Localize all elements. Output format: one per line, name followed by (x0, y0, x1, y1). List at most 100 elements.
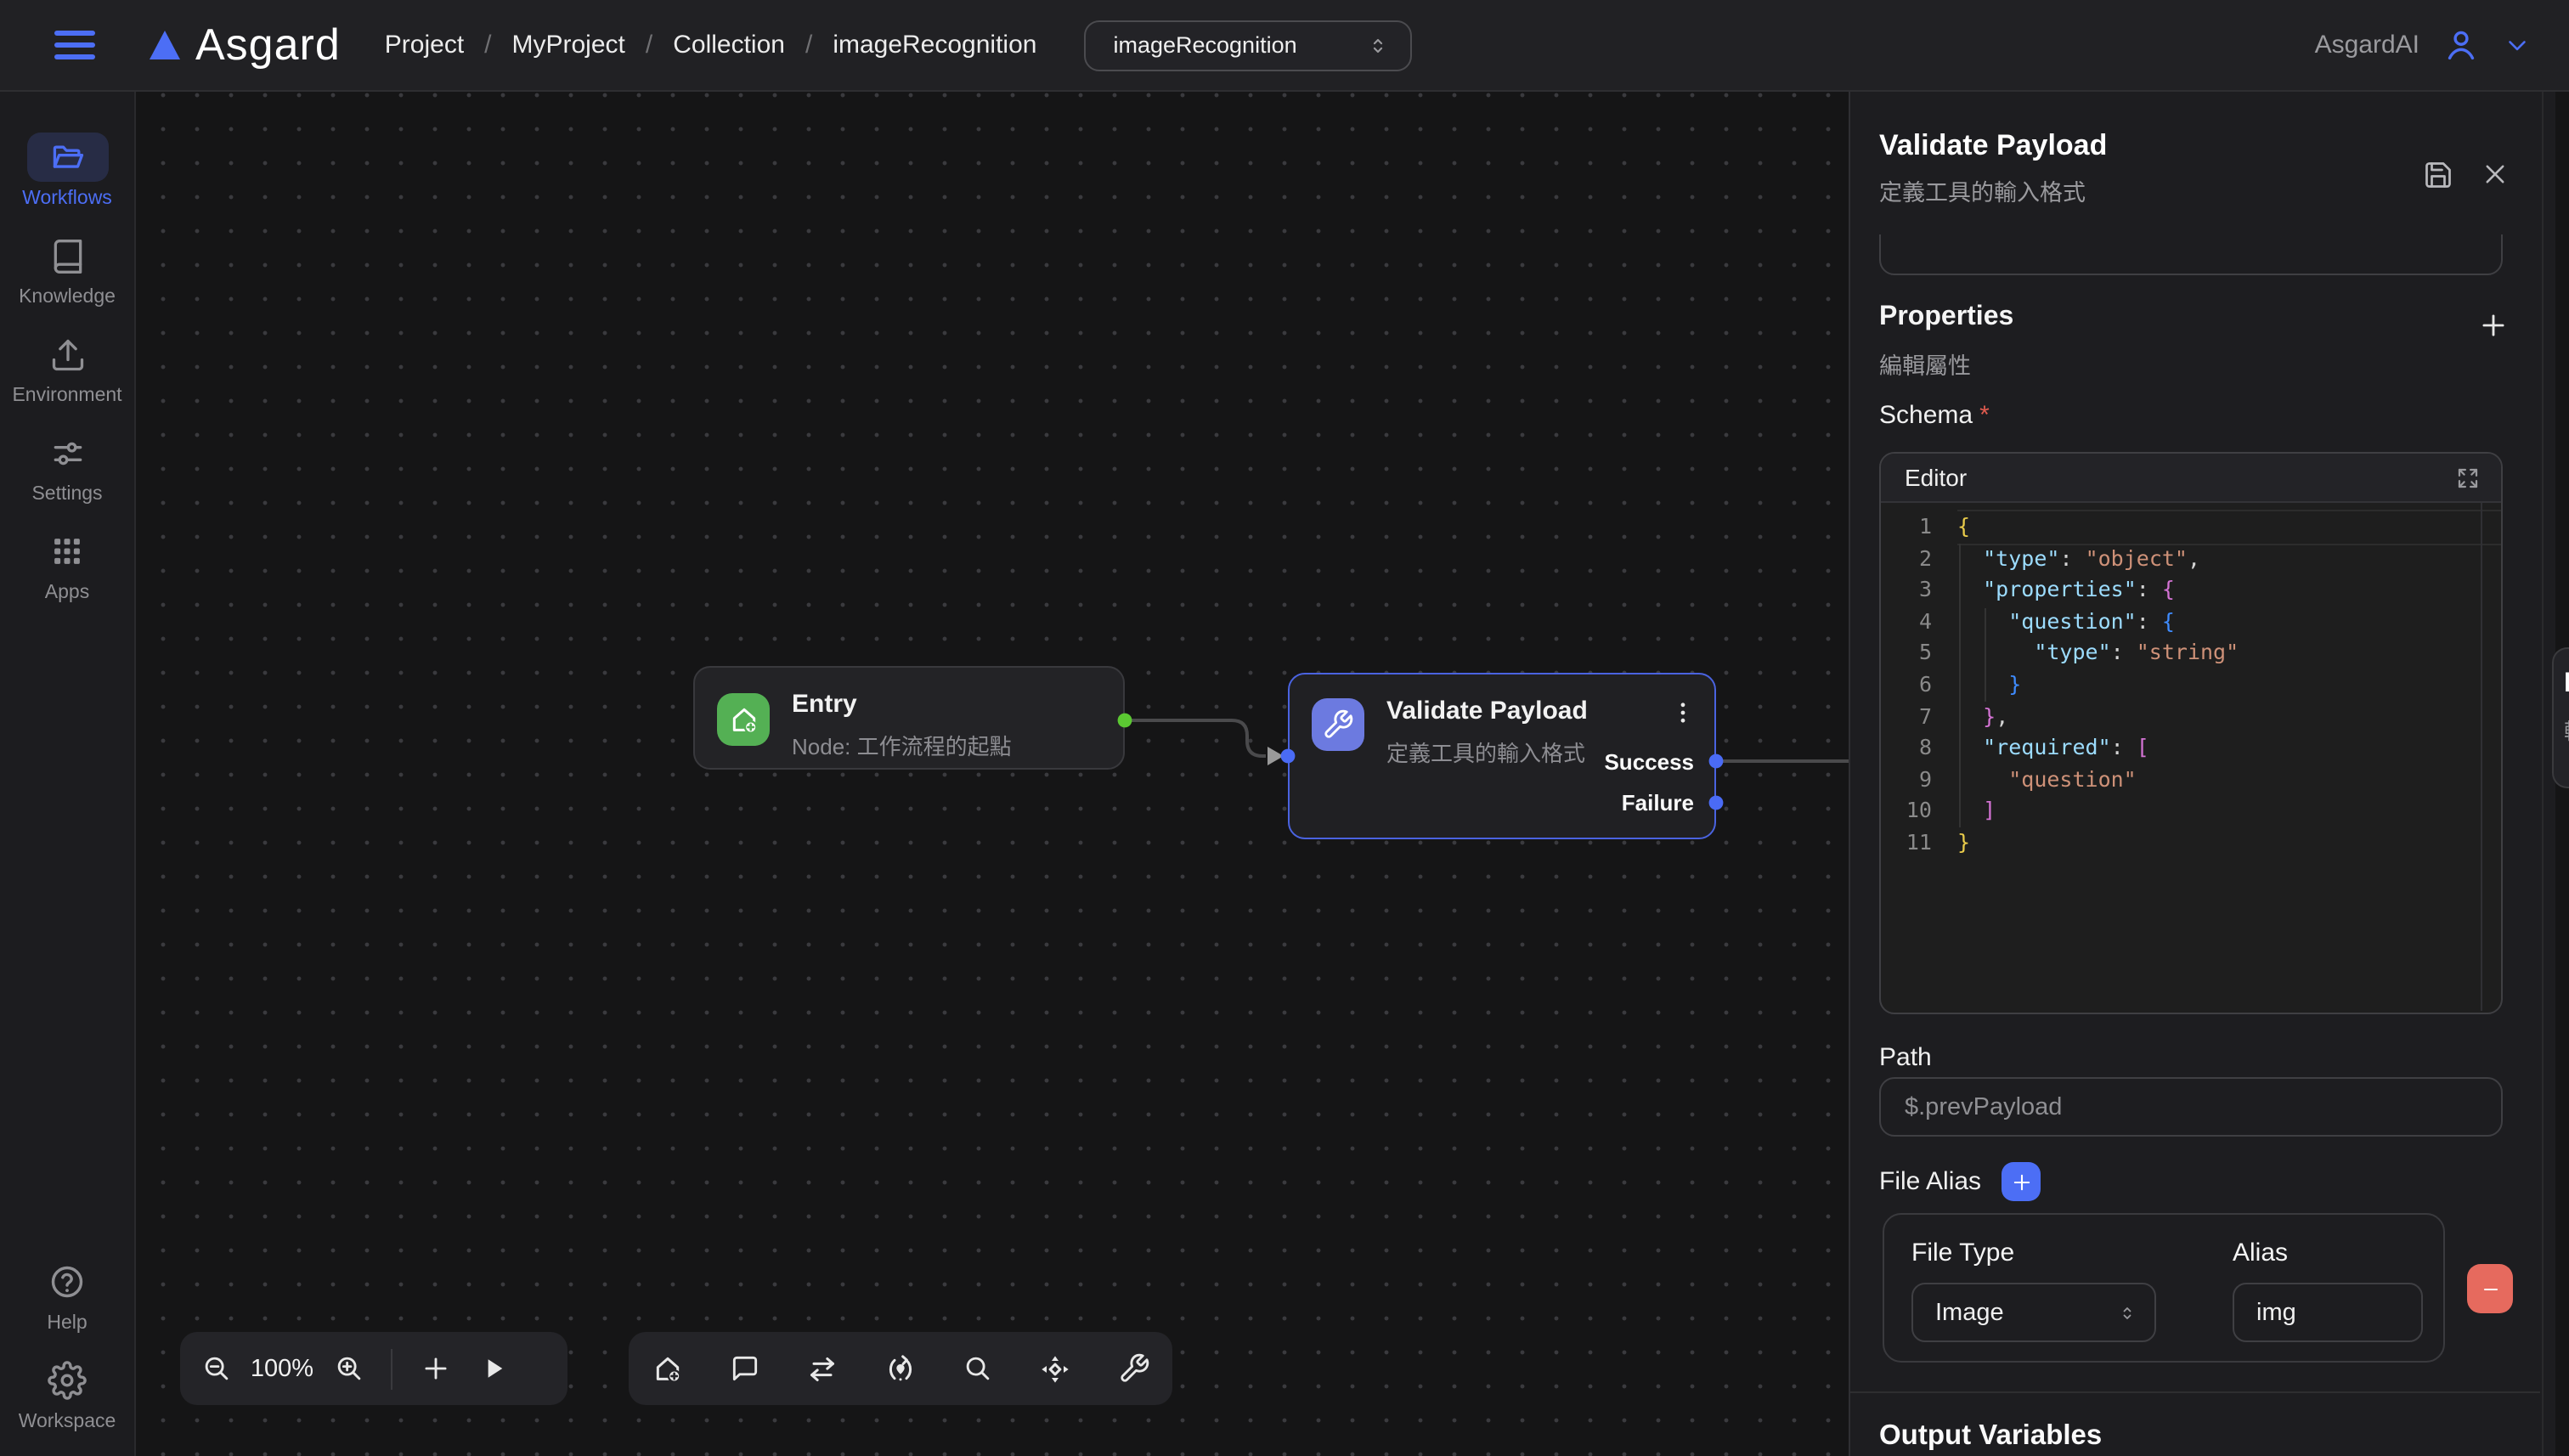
close-icon (2481, 160, 2510, 189)
code-line[interactable]: 11} (1881, 827, 2501, 859)
run-workflow-button[interactable] (464, 1340, 522, 1397)
asgard-logo-icon (150, 31, 180, 59)
code-line[interactable]: 8 "required": [ (1881, 732, 2501, 764)
zoom-out-button[interactable] (187, 1340, 245, 1397)
workflow-select-value: imageRecognition (1113, 32, 1296, 58)
help-circle-icon (48, 1262, 87, 1301)
wrench-icon (1322, 708, 1354, 741)
sidebar-item-knowledge[interactable]: Knowledge (0, 231, 134, 308)
required-asterisk: * (1979, 401, 1990, 430)
house-plus-icon (726, 703, 760, 736)
scrolled-input[interactable] (1879, 234, 2503, 275)
alias-input[interactable]: img (2233, 1283, 2423, 1342)
updown-chevron-icon (1366, 33, 1390, 57)
code-line[interactable]: 3 "properties": { (1881, 574, 2501, 606)
breadcrumb-project[interactable]: Project (385, 31, 464, 59)
offscreen-node-peek[interactable]: R 輸 (2552, 647, 2569, 788)
account-label: AsgardAI (2315, 31, 2419, 59)
node-menu-kebab-icon[interactable] (1668, 695, 1697, 731)
account-menu[interactable]: AsgardAI (2315, 25, 2532, 65)
save-button[interactable] (2423, 160, 2453, 190)
breadcrumb-separator: / (646, 31, 652, 59)
code-line[interactable]: 9 "question" (1881, 765, 2501, 796)
breadcrumb-workflow[interactable]: imageRecognition (833, 31, 1036, 59)
swap-arrows-button[interactable] (794, 1340, 852, 1397)
toolbar-divider (391, 1348, 392, 1389)
hamburger-menu-icon[interactable] (54, 31, 95, 59)
indent-guide (1985, 608, 1986, 702)
add-property-button[interactable] (2477, 309, 2510, 341)
add-entry-node-button[interactable] (639, 1340, 697, 1397)
node-subtitle: 定義工具的輸入格式 (1386, 736, 1585, 768)
code-line[interactable]: 7 }, (1881, 701, 2501, 732)
code-line[interactable]: 5 "type": "string" (1881, 638, 2501, 669)
code-line[interactable]: 4 "question": { (1881, 607, 2501, 638)
validate-node-icon (1312, 698, 1364, 751)
workflow-select[interactable]: imageRecognition (1084, 20, 1412, 71)
tools-button[interactable] (1104, 1340, 1162, 1397)
file-type-label: File Type (1911, 1239, 2014, 1267)
node-validate-payload[interactable]: Validate Payload 定義工具的輸入格式 Success Failu… (1288, 673, 1716, 839)
zoom-toolbar: 100% (180, 1332, 567, 1405)
zoom-in-button[interactable] (319, 1340, 377, 1397)
sidebar-item-settings[interactable]: Settings (0, 428, 134, 505)
remove-file-alias-button[interactable] (2467, 1264, 2513, 1313)
rotate-pin-button[interactable] (872, 1340, 929, 1397)
expand-icon[interactable] (2455, 465, 2481, 490)
file-type-select[interactable]: Image (1911, 1283, 2156, 1342)
sidebar-item-apps[interactable]: Apps (0, 527, 134, 603)
breadcrumb-myproject[interactable]: MyProject (512, 31, 625, 59)
zoom-level: 100% (245, 1355, 319, 1382)
path-input[interactable]: $.prevPayload (1879, 1077, 2503, 1137)
properties-title: Properties (1879, 302, 2013, 333)
indent-guide (1959, 544, 1961, 827)
chevron-down-icon (2503, 31, 2532, 59)
port-failure-label[interactable]: Failure (1622, 790, 1694, 815)
comment-button[interactable] (716, 1340, 774, 1397)
offscreen-node-subtitle: 輸 (2564, 714, 2569, 746)
schema-label: Schema* (1879, 401, 1990, 430)
user-icon (2442, 25, 2481, 65)
port-success-label[interactable]: Success (1604, 749, 1694, 775)
house-plus-icon (651, 1352, 685, 1385)
add-node-button[interactable] (406, 1340, 464, 1397)
code-line[interactable]: 10 ] (1881, 796, 2501, 827)
close-button[interactable] (2481, 160, 2510, 190)
code-line[interactable]: 6 } (1881, 669, 2501, 701)
edge-arrowhead (1268, 747, 1284, 765)
canvas-tools-toolbar (629, 1332, 1172, 1405)
comment-icon (729, 1352, 761, 1385)
wrench-icon (1117, 1352, 1149, 1385)
node-entry[interactable]: Entry Node: 工作流程的起點 (693, 666, 1125, 770)
code-line[interactable]: 2 "type": "object", (1881, 543, 2501, 574)
sidebar-item-help[interactable]: Help (0, 1257, 134, 1334)
scrolled-field-peek (1879, 234, 2503, 279)
output-variables-title: Output Variables (1879, 1420, 2102, 1453)
breadcrumb: Project / MyProject / Collection / image… (385, 31, 1037, 59)
panel-scrollbar[interactable] (2542, 92, 2544, 1456)
fit-view-button[interactable] (1027, 1340, 1085, 1397)
entry-node-icon (717, 693, 770, 746)
book-icon (48, 237, 86, 274)
breadcrumb-collection[interactable]: Collection (673, 31, 785, 59)
add-file-alias-button[interactable] (2002, 1162, 2041, 1201)
file-type-value: Image (1935, 1299, 2004, 1326)
rotate-pin-icon (884, 1352, 918, 1385)
offscreen-node-title: R (2564, 669, 2569, 700)
schema-editor[interactable]: Editor 1{2 "type": "object",3 "propertie… (1879, 452, 2503, 1014)
code-line[interactable]: 1{ (1881, 511, 2501, 543)
editor-header: Editor (1881, 454, 2501, 503)
sidebar-item-workspace[interactable]: Workspace (0, 1356, 134, 1432)
editor-scrollbar[interactable] (2481, 503, 2501, 1011)
sliders-icon (48, 434, 86, 471)
node-title: Validate Payload (1386, 697, 1588, 725)
save-icon (2423, 160, 2453, 190)
search-button[interactable] (949, 1340, 1007, 1397)
file-alias-label: File Alias (1879, 1167, 1981, 1196)
sidebar-item-workflows[interactable]: Workflows (0, 133, 134, 209)
breadcrumb-separator: / (484, 31, 491, 59)
code-area[interactable]: 1{2 "type": "object",3 "properties": {4 … (1881, 503, 2501, 1014)
section-divider (1850, 1391, 2540, 1393)
sidebar-item-environment[interactable]: Environment (0, 330, 134, 406)
apps-grid-icon (49, 533, 85, 569)
